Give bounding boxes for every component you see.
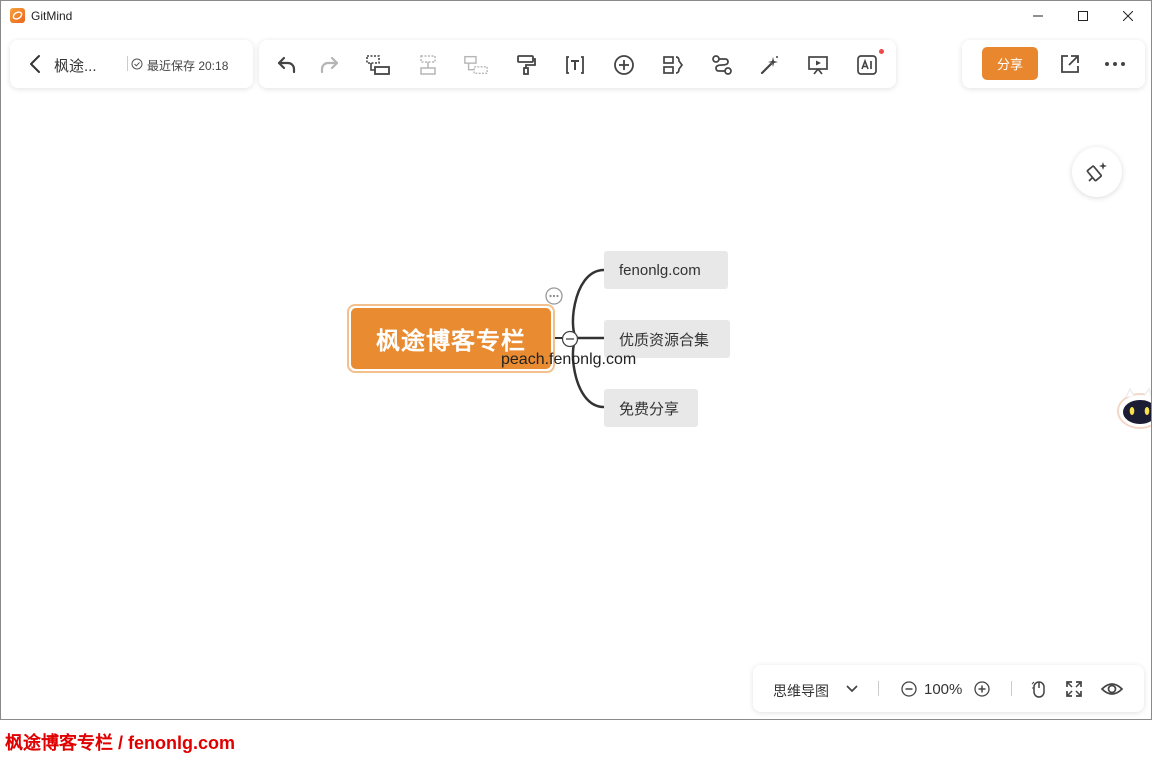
bottom-toolbar: 思维导图 100% xyxy=(753,665,1144,712)
mindmap-canvas[interactable]: 枫途博客专栏 fenonlg.com 优质资源合集 免费分享 peach.fen… xyxy=(1,1,1151,719)
layout-select[interactable]: 思维导图 xyxy=(773,681,829,701)
mouse-icon xyxy=(1031,681,1045,698)
collapse-minus-icon[interactable] xyxy=(561,330,579,353)
eye-icon xyxy=(1100,683,1124,695)
chevron-down-icon[interactable] xyxy=(845,682,859,701)
fit-screen-button[interactable] xyxy=(1064,679,1084,704)
minus-circle-icon xyxy=(901,681,917,697)
zoom-in-button[interactable] xyxy=(974,681,990,702)
zoom-out-button[interactable] xyxy=(901,681,917,702)
zoom-level: 100% xyxy=(924,681,963,698)
child-topic[interactable]: fenonlg.com xyxy=(604,251,728,289)
footer-watermark: 枫途博客专栏 / fenonlg.com xyxy=(5,733,236,753)
divider xyxy=(878,681,879,696)
app-window: GitMind 枫途... 最近保存 20:18 分享 枫途博客专栏 fenon… xyxy=(0,0,1152,720)
overlay-watermark: peach.fenonlg.com xyxy=(501,351,637,368)
child-topic[interactable]: 免费分享 xyxy=(604,389,698,427)
view-mode-button[interactable] xyxy=(1100,679,1124,704)
comment-icon[interactable] xyxy=(544,287,564,310)
mouse-mode-button[interactable] xyxy=(1029,679,1049,704)
plus-circle-icon xyxy=(974,681,990,697)
divider xyxy=(1011,681,1012,696)
expand-icon xyxy=(1066,681,1082,697)
